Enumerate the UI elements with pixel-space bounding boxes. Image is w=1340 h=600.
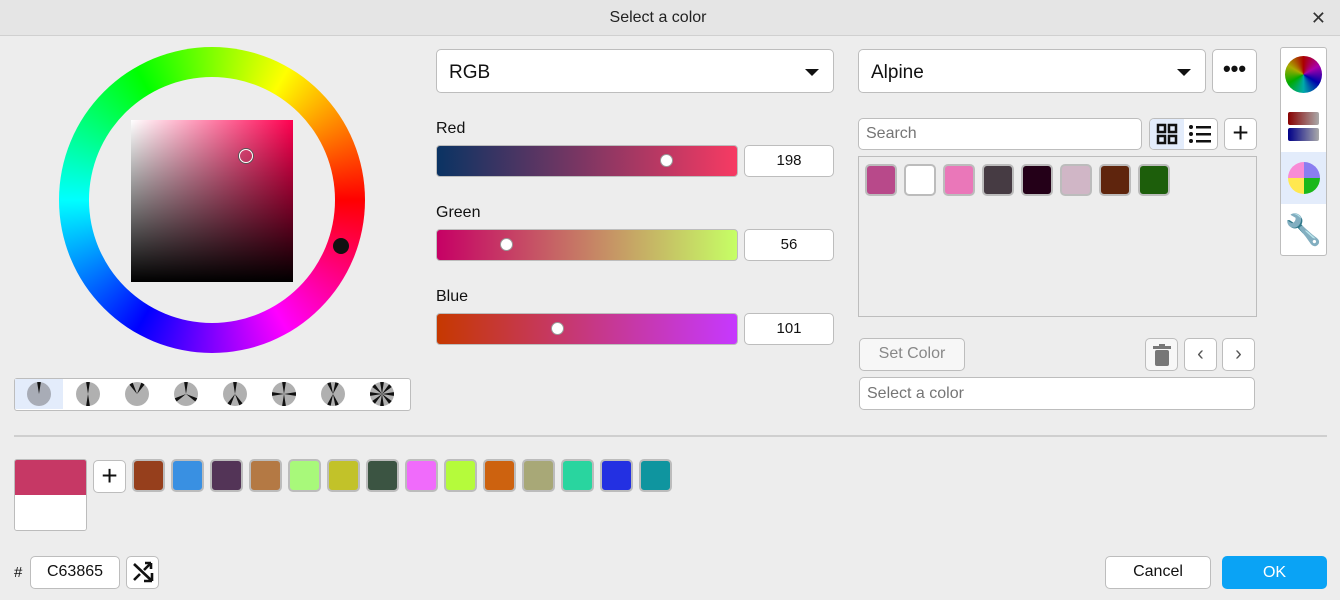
harmony-hexad-icon[interactable] (358, 379, 406, 409)
palette-dropdown[interactable]: Alpine (858, 49, 1206, 93)
red-slider[interactable] (436, 145, 738, 177)
channel-label: Green (436, 204, 481, 221)
recent-color-swatch[interactable] (561, 459, 594, 492)
recent-color-swatch[interactable] (327, 459, 360, 492)
hex-input[interactable]: C63865 (30, 556, 120, 589)
shuffle-button[interactable] (126, 556, 159, 589)
harmony-square-icon[interactable] (260, 379, 308, 409)
blue-value-input[interactable]: 101 (744, 313, 834, 345)
palette-swatch[interactable] (1138, 164, 1170, 196)
palette-swatch[interactable] (1060, 164, 1092, 196)
harmony-mode-bar (14, 378, 411, 411)
recent-color-swatch[interactable] (249, 459, 282, 492)
palette-swatch[interactable] (1099, 164, 1131, 196)
channel-label: Blue (436, 288, 469, 305)
ok-button[interactable]: OK (1222, 556, 1327, 589)
color-name-input[interactable] (859, 377, 1255, 410)
chevron-down-icon (1177, 69, 1191, 76)
sv-marker[interactable] (239, 149, 253, 163)
divider (14, 435, 1327, 437)
hue-marker[interactable] (333, 238, 349, 254)
harmony-analogous-icon[interactable] (113, 379, 161, 409)
new-color-preview (15, 460, 86, 495)
add-recent-color-button[interactable]: + (93, 460, 126, 493)
blue-slider[interactable] (436, 313, 738, 345)
channel-label: Red (436, 120, 466, 137)
color-preview (14, 459, 87, 531)
sliders-icon[interactable] (1281, 100, 1326, 152)
color-wheel-icon[interactable] (1281, 48, 1326, 100)
slider-handle[interactable] (500, 238, 514, 251)
palette-swatch[interactable] (1021, 164, 1053, 196)
recent-color-swatch[interactable] (210, 459, 243, 492)
view-toggle (1149, 118, 1218, 150)
harmony-complementary-icon[interactable] (64, 379, 112, 409)
trash-icon (1152, 344, 1171, 366)
red-value-input[interactable]: 198 (744, 145, 834, 177)
more-options-button[interactable]: ••• (1212, 49, 1257, 93)
next-button[interactable]: › (1222, 338, 1255, 371)
old-color-preview[interactable] (15, 495, 86, 530)
recent-color-swatch[interactable] (366, 459, 399, 492)
previous-button[interactable]: ‹ (1184, 338, 1217, 371)
slider-handle[interactable] (551, 322, 565, 335)
recent-color-swatch[interactable] (288, 459, 321, 492)
palette-swatch[interactable] (943, 164, 975, 196)
recent-color-swatch[interactable] (600, 459, 633, 492)
mode-sidebar: 🔧 (1280, 47, 1327, 256)
green-value-input[interactable]: 56 (744, 229, 834, 261)
saturation-value-square[interactable] (131, 120, 293, 282)
recent-color-swatch[interactable] (639, 459, 672, 492)
palette-value: Alpine (871, 62, 924, 83)
list-view-icon[interactable] (1184, 119, 1218, 149)
palette-swatch[interactable] (904, 164, 936, 196)
palette-swatch[interactable] (982, 164, 1014, 196)
dialog-title: Select a color (609, 9, 707, 26)
palette-swatch-panel (858, 156, 1257, 317)
harmony-split-complementary-icon[interactable] (211, 379, 259, 409)
color-model-dropdown[interactable]: RGB (436, 49, 834, 93)
green-slider[interactable] (436, 229, 738, 261)
title-bar: Select a color ✕ (0, 0, 1340, 36)
delete-button[interactable] (1145, 338, 1178, 371)
harmony-tetradic-icon[interactable] (309, 379, 357, 409)
recent-color-swatch[interactable] (171, 459, 204, 492)
hex-prefix-label: # (14, 564, 23, 581)
harmony-wheel-icon[interactable] (1281, 152, 1326, 204)
recent-color-swatch[interactable] (522, 459, 555, 492)
set-color-button[interactable]: Set Color (859, 338, 965, 371)
grid-view-icon[interactable] (1150, 119, 1184, 149)
add-palette-color-button[interactable]: + (1224, 118, 1257, 150)
wrench-icon[interactable]: 🔧 (1281, 204, 1326, 255)
shuffle-icon (132, 561, 153, 583)
harmony-single-icon[interactable] (15, 379, 63, 409)
color-model-value: RGB (449, 62, 491, 83)
recent-color-swatch[interactable] (483, 459, 516, 492)
recent-color-swatch[interactable] (132, 459, 165, 492)
chevron-down-icon (805, 69, 819, 76)
harmony-triad-icon[interactable] (162, 379, 210, 409)
slider-handle[interactable] (660, 154, 674, 167)
recent-color-swatch[interactable] (405, 459, 438, 492)
palette-swatch[interactable] (865, 164, 897, 196)
palette-search-input[interactable] (858, 118, 1142, 150)
recent-color-swatch[interactable] (444, 459, 477, 492)
close-icon[interactable]: ✕ (1311, 8, 1326, 29)
cancel-button[interactable]: Cancel (1105, 556, 1211, 589)
